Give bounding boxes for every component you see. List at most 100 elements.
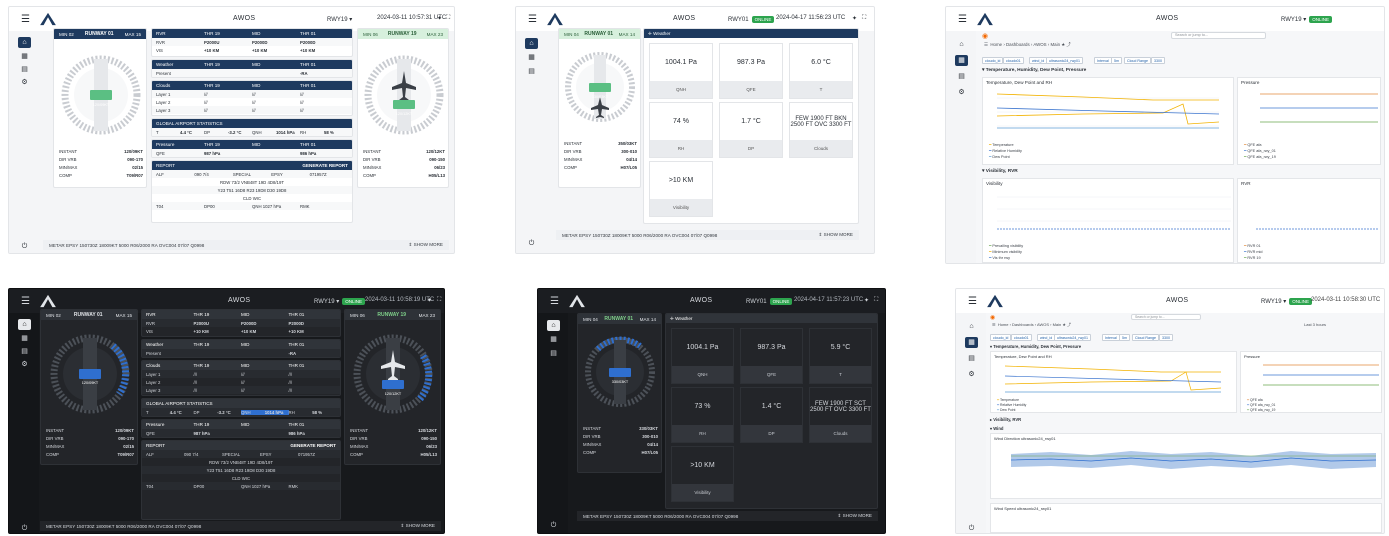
menu-icon[interactable]: ☰ <box>550 296 562 307</box>
fullscreen-icon[interactable]: ⛶ <box>437 297 441 304</box>
legend-item[interactable]: ━ Relative Humidity <box>997 403 1026 407</box>
menu-icon[interactable]: ☰ <box>528 14 540 25</box>
bell-icon[interactable]: ✦ <box>427 297 432 304</box>
gear-icon[interactable]: ⚙ <box>955 87 968 98</box>
dashboard-icon[interactable]: ▦ <box>965 337 978 348</box>
var-chip[interactable]: wind_id <box>1037 334 1056 341</box>
section-title[interactable]: ▾ Temperature, Humidity, Dew Point, Pres… <box>982 68 1086 73</box>
runway-select[interactable]: RWY01 ONLINE <box>728 16 775 23</box>
var-chip[interactable]: 3300 <box>1151 57 1165 64</box>
legend-item[interactable]: ━ Dew Point <box>989 154 1010 159</box>
home-icon[interactable]: ⌂ <box>18 37 31 48</box>
var-chip[interactable]: Cloud Range <box>1124 57 1151 64</box>
var-chip[interactable]: cloudo01 <box>1011 334 1032 341</box>
show-more-button[interactable]: ⇕ SHOW MORE <box>819 232 854 238</box>
bell-icon[interactable]: ✦ <box>864 297 869 304</box>
power-icon[interactable]: ⏻ <box>965 523 978 533</box>
dashboard-icon[interactable]: ▦ <box>955 55 968 66</box>
fullscreen-icon[interactable]: ⛶ <box>446 15 450 22</box>
bell-icon[interactable]: ✦ <box>852 15 857 22</box>
legend-item[interactable]: ━ Minimum visibility <box>989 249 1022 254</box>
var-chip[interactable]: cloudo_id <box>982 57 1004 64</box>
show-more-button[interactable]: ⇕ SHOW MORE <box>838 513 873 519</box>
power-icon[interactable]: ⏻ <box>18 241 31 252</box>
wind-rose <box>50 334 130 414</box>
home-icon[interactable]: ⌂ <box>955 39 968 50</box>
gear-icon[interactable]: ⚙ <box>18 359 31 370</box>
grafana-search[interactable]: Search or jump to... <box>1131 314 1201 320</box>
bell-icon[interactable]: ✦ <box>437 15 442 22</box>
runway-select[interactable]: RWY19 ▾ ONLINE <box>314 298 366 305</box>
home-icon[interactable]: ⌂ <box>525 38 538 49</box>
var-chip[interactable]: cloudo_id <box>990 334 1012 341</box>
runway-select[interactable]: RWY01 ONLINE <box>746 298 793 305</box>
legend-item[interactable]: ━ RVR mid <box>1244 249 1262 254</box>
show-more-button[interactable]: ⇕ SHOW MORE <box>409 242 444 248</box>
legend-item[interactable]: ━ RVR 01 <box>1244 243 1261 248</box>
var-chip[interactable]: ultrasonic24_rwy01 <box>1054 334 1091 341</box>
fullscreen-icon[interactable]: ⛶ <box>862 15 866 22</box>
logo-icon <box>547 12 563 26</box>
menu-icon[interactable]: ☰ <box>968 296 980 307</box>
runway-select[interactable]: RWY19 ▾ <box>327 16 352 23</box>
fullscreen-icon[interactable]: ⛶ <box>874 297 878 304</box>
legend-item[interactable]: ━ QFE afa_rwy_01 <box>1247 403 1275 407</box>
var-chip[interactable]: ultrasonic24_rwy01 <box>1046 57 1083 64</box>
legend-item[interactable]: ━ Prevailing visibility <box>989 243 1023 248</box>
legend-item[interactable]: ━ Dew Point <box>997 408 1015 412</box>
runway-select[interactable]: RWY19 ▾ ONLINE <box>1261 298 1313 305</box>
var-chip[interactable]: cloudo01 <box>1003 57 1024 64</box>
docs-icon[interactable]: ▤ <box>525 66 538 77</box>
generate-report-button[interactable]: GENERATE REPORT <box>290 443 336 448</box>
wind-max: MAX 15 <box>124 31 141 37</box>
var-chip[interactable]: 5m <box>1111 57 1122 64</box>
menu-icon[interactable]: ☰ <box>21 14 33 25</box>
section-title[interactable]: ▸ Visibility, RVR <box>990 417 1021 422</box>
section-title[interactable]: ▾ Wind <box>990 426 1003 431</box>
generate-report-button[interactable]: GENERATE REPORT <box>302 163 348 168</box>
stat-row: INSTANT 120/12KT <box>363 148 445 154</box>
docs-icon[interactable]: ▤ <box>18 346 31 357</box>
power-icon[interactable]: ⏻ <box>18 523 31 533</box>
menu-icon[interactable]: ☰ <box>958 14 970 25</box>
power-icon[interactable]: ⏻ <box>547 520 560 531</box>
legend-item[interactable]: ━ Vis thr rwy <box>989 255 1010 260</box>
home-icon[interactable]: ⌂ <box>547 320 560 331</box>
var-chip[interactable]: 3300 <box>1159 334 1173 341</box>
var-chip[interactable]: wind_id <box>1029 57 1048 64</box>
grafana-search[interactable]: Search or jump to... <box>1171 32 1266 39</box>
legend-item[interactable]: ━ Relative Humidity <box>989 148 1022 153</box>
docs-icon[interactable]: ▤ <box>955 71 968 82</box>
docs-icon[interactable]: ▤ <box>547 348 560 359</box>
power-icon[interactable]: ⏻ <box>525 238 538 249</box>
dashboard-icon[interactable]: ▦ <box>18 333 31 344</box>
dashboard-icon[interactable]: ▦ <box>525 52 538 63</box>
var-chip[interactable]: Interval <box>1102 334 1120 341</box>
time-range[interactable]: Last 3 hours <box>1304 322 1326 327</box>
home-icon[interactable]: ⌂ <box>18 319 31 330</box>
legend-item[interactable]: ━ QFE afa <box>1247 398 1263 402</box>
section-title[interactable]: ▾ Temperature, Humidity, Dew Point, Pres… <box>990 344 1081 349</box>
docs-icon[interactable]: ▤ <box>18 64 31 75</box>
legend-item[interactable]: ━ Temperature <box>997 398 1019 402</box>
show-more-button[interactable]: ⇕ SHOW MORE <box>401 523 436 529</box>
section-title[interactable]: ▾ Visibility, RVR <box>982 169 1018 174</box>
dashboard-icon[interactable]: ▦ <box>547 334 560 345</box>
gear-icon[interactable]: ⚙ <box>18 77 31 88</box>
table-row: Layer 3///////// <box>142 386 340 394</box>
gear-icon[interactable]: ⚙ <box>965 369 978 380</box>
legend-item[interactable]: ━ Temperature <box>989 142 1014 147</box>
docs-icon[interactable]: ▤ <box>965 353 978 364</box>
var-chip[interactable]: Cloud Range <box>1132 334 1159 341</box>
legend-item[interactable]: ━ QFE afa_rwy_19 <box>1244 154 1276 159</box>
var-chip[interactable]: 5m <box>1119 334 1130 341</box>
runway-select[interactable]: RWY19 ▾ ONLINE <box>1281 16 1333 23</box>
legend-item[interactable]: ━ QFE afa_rwy_01 <box>1244 148 1276 153</box>
legend-item[interactable]: ━ QFE afa <box>1244 142 1262 147</box>
var-chip[interactable]: Interval <box>1094 57 1112 64</box>
dashboard-icon[interactable]: ▦ <box>18 51 31 62</box>
home-icon[interactable]: ⌂ <box>965 321 978 332</box>
legend-item[interactable]: ━ RVR 19 <box>1244 255 1261 260</box>
menu-icon[interactable]: ☰ <box>21 296 33 307</box>
legend-item[interactable]: ━ QFE afa_rwy_19 <box>1247 408 1275 412</box>
